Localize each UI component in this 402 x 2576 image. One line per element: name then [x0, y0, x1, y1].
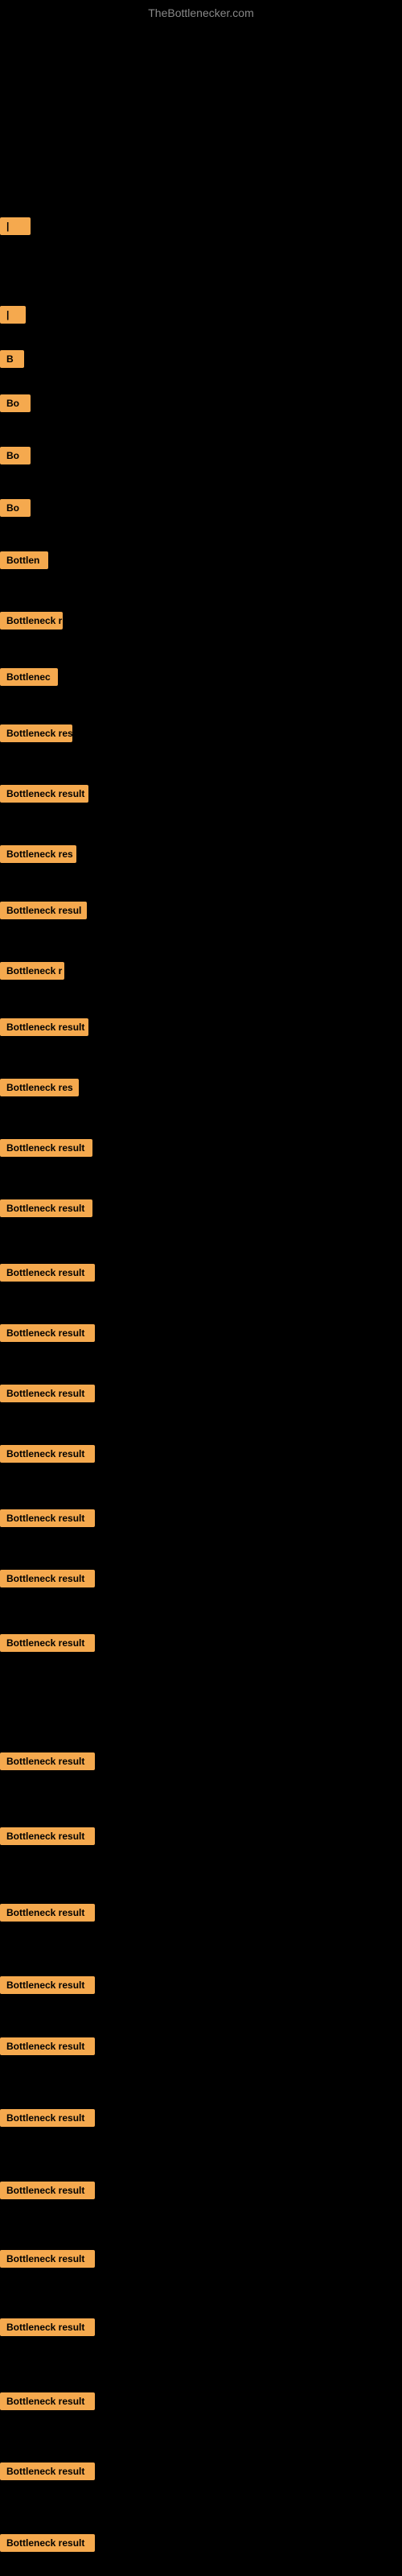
- bottleneck-result-item[interactable]: Bottleneck result: [0, 2392, 95, 2410]
- bottleneck-result-item[interactable]: Bottleneck result: [0, 1752, 95, 1770]
- bottleneck-result-item[interactable]: Bottleneck result: [0, 2534, 95, 2552]
- bottleneck-result-item[interactable]: Bottleneck result: [0, 2250, 95, 2268]
- bottleneck-result-item[interactable]: Bottleneck res: [0, 1079, 79, 1096]
- bottleneck-result-item[interactable]: |: [0, 217, 31, 235]
- bottleneck-result-item[interactable]: Bottleneck result: [0, 1139, 92, 1157]
- bottleneck-result-item[interactable]: Bottleneck r: [0, 962, 64, 980]
- bottleneck-result-item[interactable]: Bottleneck result: [0, 1827, 95, 1845]
- bottleneck-result-item[interactable]: Bottleneck result: [0, 2462, 95, 2480]
- bottleneck-result-item[interactable]: Bottleneck result: [0, 1634, 95, 1652]
- bottleneck-result-item[interactable]: Bo: [0, 394, 31, 412]
- bottleneck-result-item[interactable]: Bottleneck result: [0, 2037, 95, 2055]
- bottleneck-result-item[interactable]: Bottleneck result: [0, 1385, 95, 1402]
- bottleneck-result-item[interactable]: Bottleneck res: [0, 845, 76, 863]
- bottleneck-result-item[interactable]: Bottlenec: [0, 668, 58, 686]
- bottleneck-result-item[interactable]: Bottleneck result: [0, 2109, 95, 2127]
- bottleneck-result-item[interactable]: B: [0, 350, 24, 368]
- bottleneck-result-item[interactable]: |: [0, 306, 26, 324]
- bottleneck-result-item[interactable]: Bottleneck result: [0, 1445, 95, 1463]
- bottleneck-result-item[interactable]: Bo: [0, 447, 31, 464]
- bottleneck-result-item[interactable]: Bottleneck r: [0, 612, 63, 630]
- bottleneck-result-item[interactable]: Bottleneck result: [0, 2182, 95, 2199]
- bottleneck-result-item[interactable]: Bottleneck result: [0, 1976, 95, 1994]
- bottleneck-result-item[interactable]: Bottleneck res: [0, 724, 72, 742]
- bottleneck-result-item[interactable]: Bo: [0, 499, 31, 517]
- bottleneck-result-item[interactable]: Bottleneck result: [0, 1199, 92, 1217]
- bottleneck-result-item[interactable]: Bottleneck result: [0, 1018, 88, 1036]
- bottleneck-result-item[interactable]: Bottleneck result: [0, 785, 88, 803]
- bottleneck-result-item[interactable]: Bottleneck result: [0, 1324, 95, 1342]
- bottleneck-result-item[interactable]: Bottleneck result: [0, 1264, 95, 1282]
- bottleneck-result-item[interactable]: Bottlen: [0, 551, 48, 569]
- bottleneck-result-item[interactable]: Bottleneck result: [0, 2318, 95, 2336]
- bottleneck-result-item[interactable]: Bottleneck resul: [0, 902, 87, 919]
- bottleneck-result-item[interactable]: Bottleneck result: [0, 1570, 95, 1587]
- bottleneck-result-item[interactable]: Bottleneck result: [0, 1904, 95, 1922]
- site-title: TheBottlenecker.com: [148, 6, 254, 19]
- bottleneck-result-item[interactable]: Bottleneck result: [0, 1509, 95, 1527]
